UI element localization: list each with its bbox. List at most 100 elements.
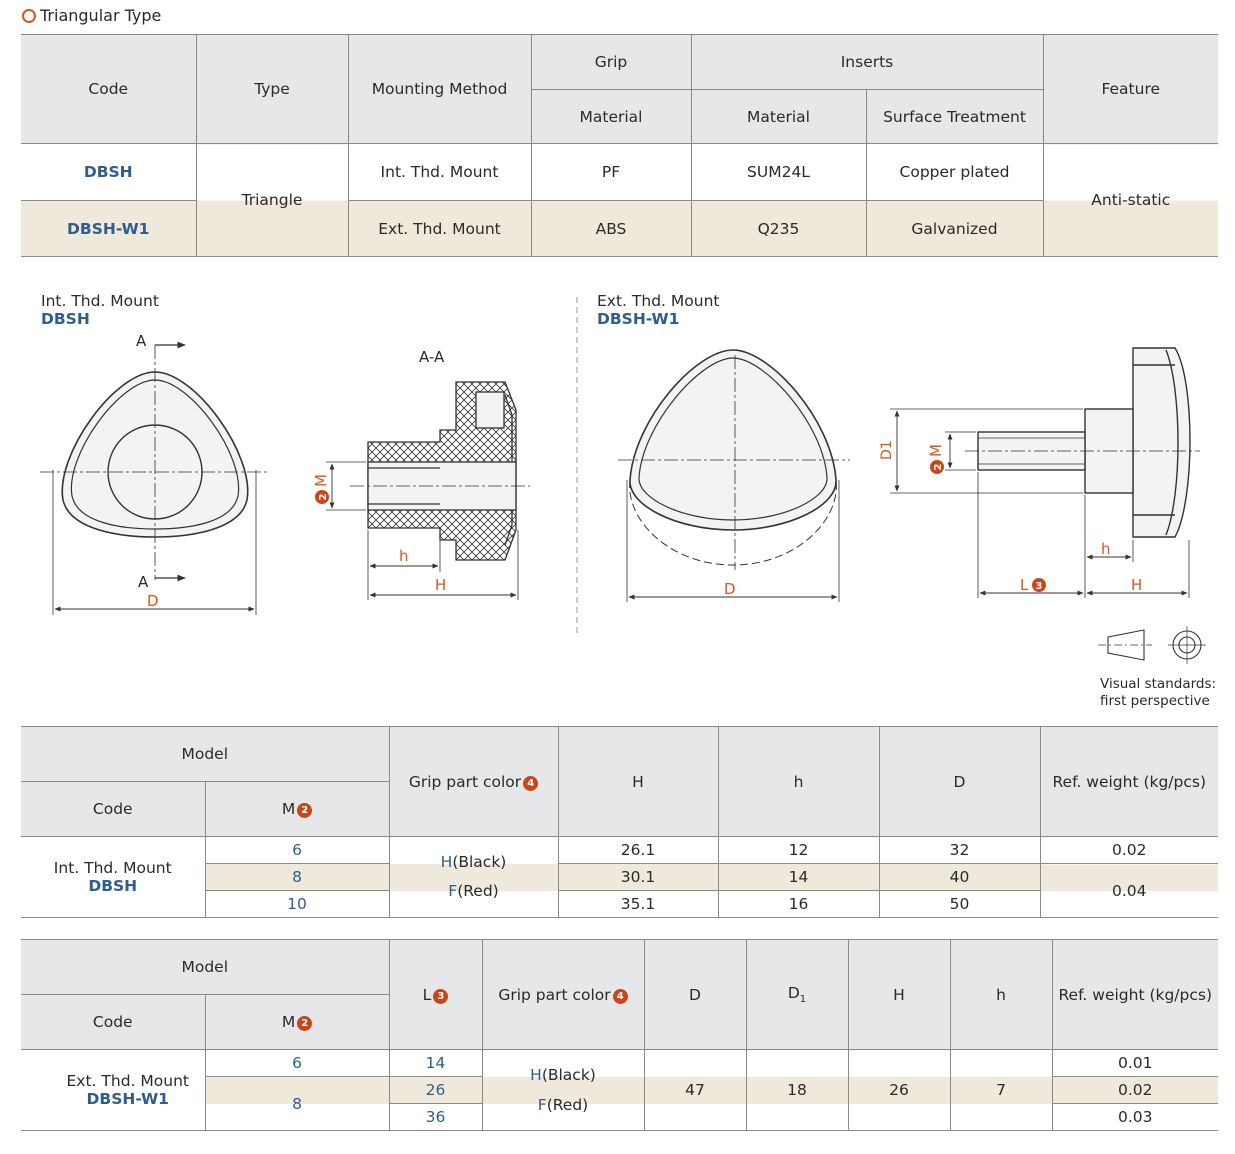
- code-title: Ext. Thd. Mount: [66, 1072, 189, 1090]
- h-cell: 16: [717, 890, 880, 918]
- color-black: H(Black): [390, 848, 558, 877]
- weight-cell-shared: 0.04: [1039, 863, 1218, 918]
- section-title: Triangular Type: [22, 6, 161, 25]
- dim-D1-label: D1: [879, 440, 895, 460]
- h-cell: 14: [717, 863, 880, 891]
- type-cell: Triangle: [195, 143, 349, 257]
- header-L: L3: [388, 939, 483, 1050]
- ext-mount-front-view: [618, 349, 850, 602]
- m-badge: 2: [297, 803, 313, 818]
- header-D1-sub: 1: [799, 994, 807, 1006]
- header-D1: D1: [745, 939, 849, 1050]
- grip-color-badge: 4: [612, 988, 628, 1004]
- color-red: F(Red): [483, 1090, 644, 1120]
- color-red-text: (Red): [546, 1096, 589, 1114]
- header-model: Model: [21, 939, 390, 995]
- m-cell: 6: [204, 1049, 390, 1077]
- header-D1-text: D: [787, 983, 800, 1002]
- dim-M-right: 2 M: [927, 444, 945, 474]
- int-mount-section-view: [326, 381, 530, 600]
- dim-L-badge: 3: [1036, 581, 1043, 592]
- surface-cell: Copper plated: [865, 143, 1044, 201]
- header-grip-color: Grip part color 4: [481, 939, 645, 1050]
- header-weight: Ref. weight (kg/pcs): [1039, 726, 1218, 837]
- L-cell: 14: [388, 1049, 483, 1077]
- header-code: Code: [21, 994, 206, 1050]
- feature-cell: Anti-static: [1042, 143, 1218, 257]
- code-value: DBSH: [88, 877, 138, 895]
- dim-L-right: L: [1020, 576, 1029, 594]
- visual-standards-line1: Visual standards:: [1100, 676, 1217, 692]
- ext-mount-size-table: Model L3 Grip part color 4 D D1 H h Ref. …: [21, 939, 1218, 1131]
- color-red-text: (Red): [457, 882, 499, 900]
- header-m: M2: [204, 994, 389, 1050]
- header-grip-color-text: Grip part color: [498, 985, 611, 1004]
- grip-color-cell: H(Black) F(Red): [388, 836, 559, 918]
- H-cell: 26.1: [557, 836, 719, 864]
- H-cell: 30.1: [557, 863, 719, 891]
- first-angle-projection-icon: [1098, 626, 1206, 664]
- dim-M-left-label: M: [312, 474, 330, 487]
- dim-D-left: D: [147, 592, 159, 610]
- code-value: DBSH-W1: [86, 1090, 169, 1108]
- weight-cell: 0.02: [1039, 836, 1218, 864]
- m-cell: 6: [204, 836, 390, 864]
- grip-material-cell: PF: [530, 143, 692, 201]
- circle-bullet-icon: [22, 8, 36, 23]
- header-grip: Grip: [530, 34, 692, 90]
- table-row: Int. Thd. Mount DBSH 6 H(Black) F(Red) 2…: [21, 836, 1218, 918]
- code-title: Int. Thd. Mount: [53, 859, 172, 877]
- weight-cell: 0.02: [1051, 1076, 1218, 1104]
- section-mark-top: A: [136, 332, 147, 350]
- mounting-cell: Ext. Thd. Mount: [347, 200, 532, 257]
- color-black: H(Black): [483, 1060, 644, 1090]
- code-cell: Ext. Thd. Mount DBSH-W1: [21, 1049, 206, 1131]
- dim-H-right: H: [1131, 576, 1142, 594]
- header-H: H: [557, 726, 719, 837]
- header-h: h: [949, 939, 1053, 1050]
- technical-drawings: A A D A-A 2 M h H D D1 2 M h L 3 H: [40, 297, 1206, 664]
- inserts-material-cell: SUM24L: [690, 143, 867, 201]
- dim-M-left-badge: 2: [318, 493, 329, 500]
- header-mounting: Mounting Method: [347, 34, 532, 144]
- section-view-title: A-A: [419, 348, 445, 366]
- grip-color-badge: 4: [523, 775, 539, 791]
- m-cell: 8: [205, 1076, 390, 1131]
- dim-M-left: 2 M: [312, 474, 330, 504]
- header-grip-color: Grip part color 4: [388, 726, 559, 837]
- h-cell: 12: [717, 836, 880, 864]
- header-L-text: L: [422, 985, 432, 1004]
- inserts-material-cell: Q235: [690, 200, 867, 257]
- header-m-text: M: [281, 1013, 296, 1031]
- dim-D-right: D: [724, 580, 736, 598]
- dim-M-right-label: M: [927, 444, 945, 457]
- header-h: h: [717, 726, 880, 837]
- D-cell: 40: [878, 863, 1041, 891]
- int-mount-front-view: [40, 341, 268, 615]
- header-D: D: [878, 726, 1041, 837]
- m-cell: 10: [205, 890, 390, 918]
- table-row: DBSH Triangle Int. Thd. Mount PF SUM24L …: [21, 143, 1218, 257]
- h-cell: 7: [949, 1049, 1053, 1131]
- weight-cell: 0.03: [1051, 1103, 1218, 1131]
- m-badge: 2: [297, 1016, 313, 1031]
- section-mark-bottom: A: [138, 573, 149, 591]
- header-surface: Surface Treatment: [865, 89, 1043, 144]
- header-grip-color-text: Grip part color: [408, 772, 522, 791]
- D1-cell: 18: [745, 1049, 849, 1131]
- header-type: Type: [195, 34, 349, 144]
- header-code: Code: [21, 34, 197, 144]
- visual-standards-line2: first perspective: [1100, 693, 1210, 709]
- header-model: Model: [21, 726, 390, 782]
- header-m-text: M: [281, 800, 296, 818]
- color-black-text: (Black): [541, 1066, 596, 1084]
- dim-M-right-badge: 2: [933, 463, 944, 470]
- H-cell: 35.1: [557, 890, 719, 918]
- code-cell: DBSH: [21, 143, 197, 201]
- D-cell: 32: [878, 836, 1041, 864]
- section-title-text: Triangular Type: [40, 6, 162, 25]
- header-inserts: Inserts: [690, 34, 1044, 90]
- int-mount-size-table: Model Grip part color 4 H h D Ref. weight…: [21, 726, 1218, 918]
- visual-standards-note: Visual standards: first perspective: [1100, 676, 1216, 710]
- H-cell: 26: [847, 1049, 951, 1131]
